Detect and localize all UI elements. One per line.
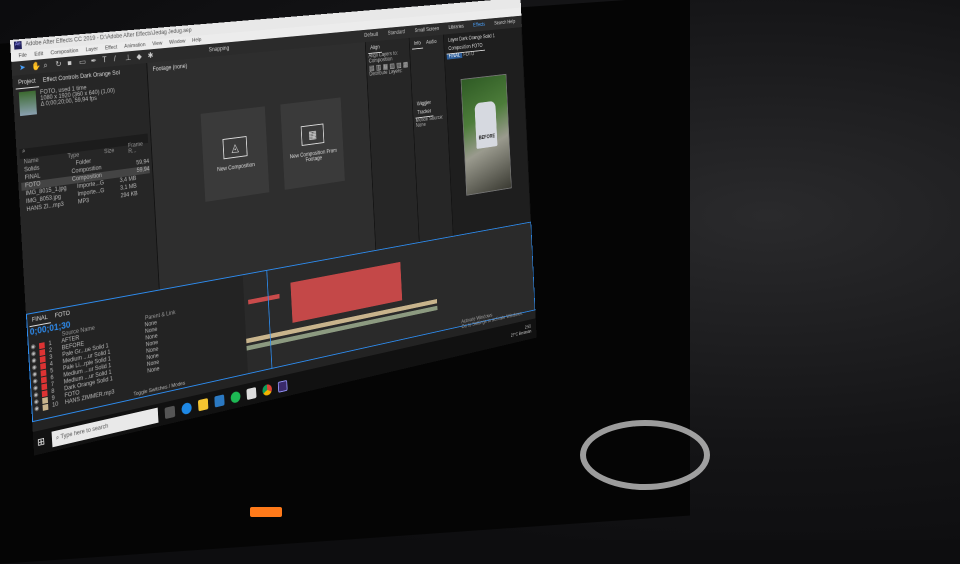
project-item-size xyxy=(111,172,131,175)
rotate-tool-icon[interactable]: ↻ xyxy=(55,59,63,68)
playhead[interactable] xyxy=(266,270,273,369)
file-explorer-icon[interactable] xyxy=(198,397,209,412)
menu-effect[interactable]: Effect xyxy=(105,45,118,52)
task-view-icon[interactable] xyxy=(164,405,176,420)
menu-view[interactable]: View xyxy=(152,41,162,48)
mask-tool-icon[interactable]: ▭ xyxy=(79,57,87,66)
workspace-standard[interactable]: Standard xyxy=(388,30,405,37)
selection-tool-icon[interactable]: ➤ xyxy=(19,63,27,73)
menu-edit[interactable]: Edit xyxy=(34,51,43,58)
project-item-size: 294 KB xyxy=(120,191,138,200)
cable xyxy=(580,420,710,490)
composition-preview-panel: Layer Dark Orange Solid 1 Composition FO… xyxy=(443,27,532,236)
edge-icon[interactable] xyxy=(181,401,193,416)
menu-help[interactable]: Help xyxy=(192,37,202,43)
workspace-effects[interactable]: Effects xyxy=(473,22,485,28)
project-panel: Project Effect Controls Dark Orange Sol … xyxy=(12,62,160,314)
search-help[interactable]: Search Help xyxy=(494,20,515,27)
tab-audio[interactable]: Audio xyxy=(424,38,439,48)
project-item-size xyxy=(118,155,141,158)
viewer-panel: Footage (none) ◬ New Composition ▦ New C… xyxy=(147,42,377,290)
after-effects-logo-icon: Ae xyxy=(13,41,22,50)
pen-tool-icon[interactable]: ✒ xyxy=(91,56,99,65)
new-composition-from-footage-button[interactable]: ▦ New Composition From Footage xyxy=(280,97,345,190)
footage-thumbnail xyxy=(18,90,37,117)
tab-footage[interactable]: Footage (none) xyxy=(150,62,190,75)
text-tool-icon[interactable]: T xyxy=(102,55,110,64)
stamp-tool-icon[interactable]: ⊥ xyxy=(125,53,132,62)
new-from-footage-label: New Composition From Footage xyxy=(289,147,338,163)
puppet-tool-icon[interactable]: ✱ xyxy=(147,51,154,60)
menu-window[interactable]: Window xyxy=(169,39,186,46)
snapping-checkbox[interactable]: Snapping xyxy=(209,46,230,53)
mail-icon[interactable] xyxy=(214,394,225,408)
person-figure xyxy=(474,100,498,149)
chrome-icon[interactable] xyxy=(262,383,273,397)
project-item-size xyxy=(111,164,131,167)
spotify-icon[interactable] xyxy=(230,390,241,404)
comp-breadcrumb-foto[interactable]: FOTO xyxy=(463,52,474,58)
search-icon: ⌕ xyxy=(22,148,26,155)
footage-composition-icon: ▦ xyxy=(300,123,325,146)
menu-file[interactable]: File xyxy=(18,53,27,60)
composition-icon: ◬ xyxy=(222,135,248,159)
label-color[interactable] xyxy=(42,403,49,411)
windows-start-icon[interactable]: ⊞ xyxy=(37,436,45,449)
tab-info[interactable]: Info xyxy=(411,39,424,50)
layer-bar[interactable] xyxy=(248,293,280,305)
comp-breadcrumb-final[interactable]: FINAL xyxy=(446,52,463,60)
taskbar-search-placeholder: Type here to search xyxy=(60,423,109,441)
composition-photo: BEFORE xyxy=(460,73,512,196)
layer-number: 10 xyxy=(51,401,59,409)
brush-tool-icon[interactable]: / xyxy=(114,54,121,63)
zoom-tool-icon[interactable]: ⌕ xyxy=(43,61,51,70)
visibility-eye-icon[interactable]: ◉ xyxy=(34,405,39,413)
store-icon[interactable] xyxy=(246,386,257,400)
workspace-default[interactable]: Default xyxy=(364,32,378,38)
system-tray: 2:55 27°C Berawan xyxy=(511,323,537,338)
camera-tool-icon[interactable]: ■ xyxy=(67,58,75,67)
workspace-libraries[interactable]: Libraries xyxy=(448,24,464,30)
menu-layer[interactable]: Layer xyxy=(85,46,98,53)
menu-animation[interactable]: Animation xyxy=(124,42,145,50)
hand-tool-icon[interactable]: ✋ xyxy=(31,61,41,71)
motion-source-select[interactable]: None xyxy=(416,122,426,128)
eraser-tool-icon[interactable]: ◆ xyxy=(136,52,143,61)
new-composition-button[interactable]: ◬ New Composition xyxy=(200,106,270,202)
new-composition-label: New Composition xyxy=(217,161,255,173)
monitor-power-led xyxy=(250,507,282,517)
after-effects-taskbar-icon[interactable] xyxy=(278,379,288,393)
workspace-small-screen[interactable]: Small Screen xyxy=(415,27,440,34)
